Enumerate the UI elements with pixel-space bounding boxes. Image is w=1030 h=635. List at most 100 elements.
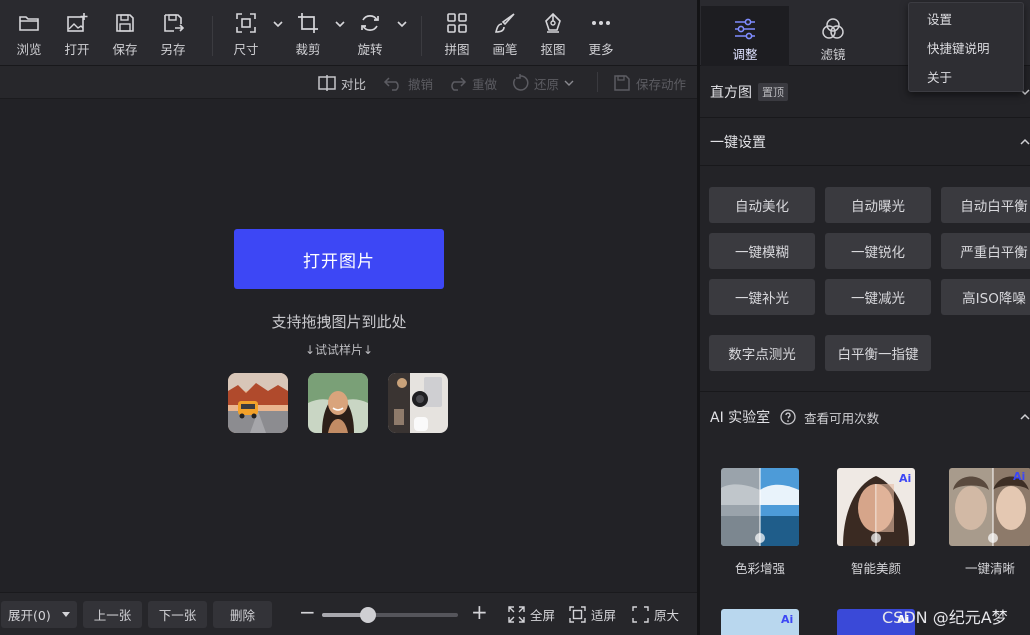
chevron-down-icon (273, 21, 283, 28)
crop-label: 裁剪 (295, 42, 321, 57)
seascape-image (721, 468, 799, 546)
fullscreen-icon (508, 606, 525, 623)
main-toolbar: 浏览 打开 保存 另存 尺寸 裁剪 旋转 拼图 画笔 抠图 更多 (0, 0, 697, 66)
folder-icon (19, 16, 39, 31)
compare-icon (318, 75, 336, 91)
fit-screen-icon (569, 606, 586, 623)
ai-color-enhance-label: 色彩增强 (734, 561, 785, 576)
zoom-slider[interactable] (322, 607, 458, 623)
ai-clarity-card[interactable]: Ai 一键清晰 (949, 468, 1030, 577)
tab-adjust[interactable]: 调整 (701, 6, 789, 66)
cutout-button[interactable]: 抠图 (530, 12, 576, 60)
preset-auto-exposure[interactable]: 自动曝光 (825, 187, 931, 223)
resize-icon (236, 13, 256, 33)
crop-dropdown[interactable] (334, 14, 346, 32)
svg-text:Ai: Ai (781, 613, 793, 626)
delete-button[interactable]: 删除 (213, 601, 272, 628)
resize-button[interactable]: 尺寸 (223, 12, 269, 60)
ai-color-enhance-thumbnail (721, 468, 799, 546)
preset-sharpen[interactable]: 一键锐化 (825, 233, 931, 269)
open-button[interactable]: 打开 (54, 12, 100, 60)
grid-icon (447, 13, 467, 33)
pin-top-badge[interactable]: 置顶 (758, 83, 788, 101)
help-circle-icon[interactable] (780, 409, 796, 425)
canvas-empty-state: 打开图片 支持拖拽图片到此处 ↓试试样片↓ (0, 100, 697, 592)
fullscreen-button[interactable]: 全屏 (508, 605, 555, 624)
redo-label: 重做 (472, 76, 498, 92)
menu-item-settings[interactable]: 设置 (909, 4, 1023, 32)
tab-filter[interactable]: 滤镜 (789, 6, 877, 66)
save-as-button[interactable]: 另存 (150, 12, 196, 60)
preset-white-balance-picker[interactable]: 白平衡一指键 (825, 335, 931, 371)
open-label: 打开 (64, 42, 90, 57)
toolbar-divider (212, 16, 213, 56)
section-divider (700, 117, 1030, 118)
toolbar-divider (421, 16, 422, 56)
save-action-button[interactable]: 保存动作 (613, 73, 686, 93)
menu-item-about[interactable]: 关于 (909, 62, 1023, 90)
rotate-button[interactable]: 旋转 (347, 12, 393, 60)
sample-desk-thumbnail (388, 373, 448, 433)
restore-button[interactable]: 还原 (511, 73, 574, 93)
watermark-text: CSDN @纪元A梦 (882, 608, 1008, 627)
action-bar: 对比 撤销 重做 还原 保存动作 (0, 66, 697, 99)
svg-text:Ai: Ai (899, 472, 911, 485)
tab-filter-label: 滤镜 (820, 47, 846, 62)
open-image-button[interactable]: 打开图片 (234, 229, 444, 289)
sample-image-desk[interactable] (388, 373, 448, 433)
one-click-section-header[interactable]: 一键设置 (700, 130, 1030, 154)
original-size-button[interactable]: 原大 (632, 605, 679, 624)
cutout-label: 抠图 (540, 42, 566, 57)
pen-tool-icon (545, 12, 561, 33)
undo-icon (383, 77, 399, 91)
prev-image-button[interactable]: 上一张 (83, 601, 142, 628)
brush-button[interactable]: 画笔 (482, 12, 528, 60)
redo-button[interactable]: 重做 (447, 73, 497, 93)
fit-screen-button[interactable]: 适屏 (569, 605, 616, 624)
ai-color-enhance-card[interactable]: 色彩增强 (721, 468, 799, 577)
collage-button[interactable]: 拼图 (434, 12, 480, 60)
save-button[interactable]: 保存 (102, 12, 148, 60)
crop-icon (298, 13, 318, 33)
check-uses-link[interactable]: 查看可用次数 (804, 408, 879, 427)
preset-spot-metering[interactable]: 数字点测光 (709, 335, 815, 371)
zoom-slider-handle[interactable] (360, 607, 376, 623)
save-icon (614, 75, 630, 91)
original-size-label: 原大 (654, 608, 680, 623)
ai-beautify-card[interactable]: Ai 智能美颜 (837, 468, 915, 577)
chevron-down-icon (397, 21, 407, 28)
preset-reduce-light[interactable]: 一键减光 (825, 279, 931, 315)
sample-hint: ↓试试样片↓ (304, 343, 374, 357)
menu-item-shortcuts[interactable]: 快捷键说明 (909, 33, 1023, 61)
preset-auto-enhance[interactable]: 自动美化 (709, 187, 815, 223)
zoom-in-button[interactable]: + (471, 600, 488, 624)
original-size-icon (632, 606, 649, 623)
fit-screen-label: 适屏 (591, 608, 617, 623)
browse-button[interactable]: 浏览 (6, 12, 52, 60)
next-image-button[interactable]: 下一张 (148, 601, 207, 628)
section-divider (700, 391, 1030, 392)
preset-high-iso-denoise[interactable]: 高ISO降噪 (941, 279, 1030, 315)
expand-filmstrip-button[interactable]: 展开(0) (1, 601, 77, 628)
compare-button[interactable]: 对比 (318, 73, 366, 93)
ai-card-partial[interactable]: Ai (721, 609, 799, 635)
undo-button[interactable]: 撤销 (383, 73, 433, 93)
sample-image-van[interactable] (228, 373, 288, 433)
undo-label: 撤销 (408, 76, 434, 92)
histogram-title: 直方图 (710, 85, 752, 101)
preset-auto-white-balance[interactable]: 自动白平衡 (941, 187, 1030, 223)
more-button[interactable]: 更多 (578, 12, 624, 60)
preset-fill-light[interactable]: 一键补光 (709, 279, 815, 315)
preset-blur[interactable]: 一键模糊 (709, 233, 815, 269)
save-action-label: 保存动作 (636, 76, 687, 92)
restore-label: 还原 (534, 76, 560, 92)
image-add-icon (67, 13, 88, 32)
zoom-out-button[interactable]: − (299, 600, 316, 624)
rotate-dropdown[interactable] (396, 14, 408, 32)
preset-strong-white-balance[interactable]: 严重白平衡 (941, 233, 1030, 269)
sample-image-portrait[interactable] (308, 373, 368, 433)
ai-lab-section-header[interactable]: AI 实验室 查看可用次数 (700, 405, 1030, 429)
crop-button[interactable]: 裁剪 (285, 12, 331, 60)
resize-dropdown[interactable] (272, 14, 284, 32)
save-as-icon (164, 14, 184, 32)
